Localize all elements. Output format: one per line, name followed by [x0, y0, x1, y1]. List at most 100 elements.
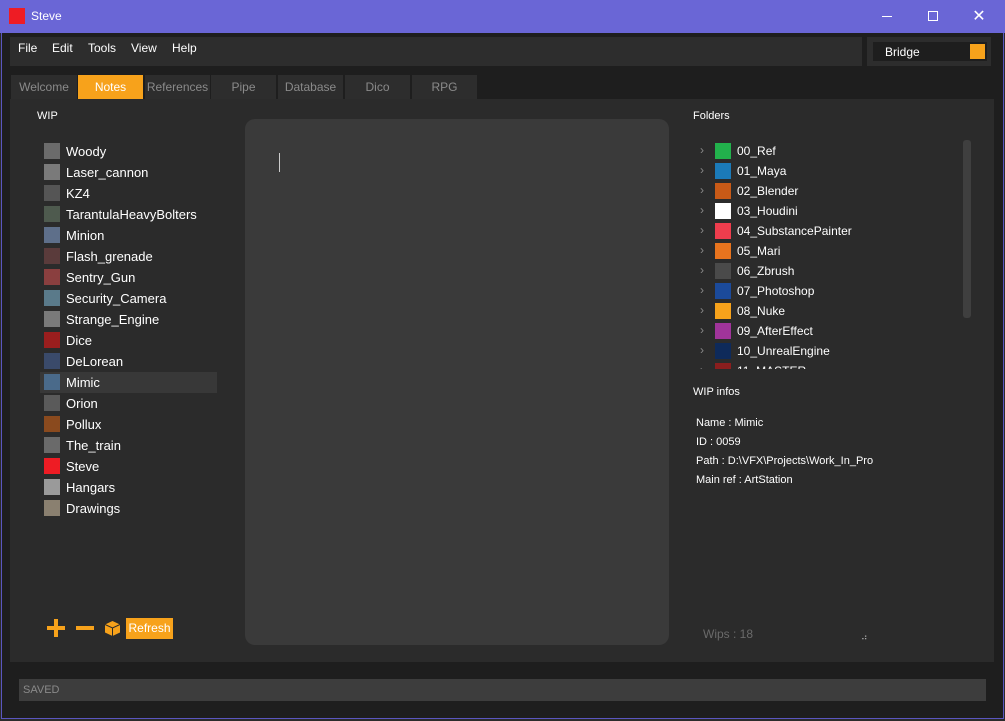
bridge-color-swatch[interactable]	[970, 44, 985, 59]
wip-item[interactable]: Security_Camera	[40, 288, 217, 309]
wip-item[interactable]: DeLorean	[40, 351, 217, 372]
wip-item-label: Security_Camera	[66, 291, 167, 306]
folder-label: 06_Zbrush	[737, 264, 795, 278]
wip-item[interactable]: Woody	[40, 141, 217, 162]
wip-item[interactable]: Minion	[40, 225, 217, 246]
package-icon[interactable]	[104, 620, 121, 637]
wip-item[interactable]: The_train	[40, 435, 217, 456]
chevron-right-icon[interactable]: ›	[700, 143, 704, 157]
wips-count: Wips : 18	[703, 627, 754, 641]
minimize-button[interactable]	[864, 0, 910, 33]
chevron-right-icon[interactable]: ›	[700, 283, 704, 297]
notes-editor[interactable]	[245, 119, 669, 645]
wip-item[interactable]: KZ4	[40, 183, 217, 204]
wip-item[interactable]: Sentry_Gun	[40, 267, 217, 288]
wip-thumbnail	[44, 206, 60, 222]
wip-thumbnail	[44, 458, 60, 474]
close-button[interactable]: ✕	[956, 0, 1002, 33]
folder-label: 07_Photoshop	[737, 284, 815, 298]
chevron-right-icon[interactable]: ›	[700, 183, 704, 197]
folder-item[interactable]: › 06_Zbrush	[695, 261, 935, 281]
tab-rpg[interactable]: RPG	[412, 75, 477, 99]
folder-item[interactable]: › 07_Photoshop	[695, 281, 935, 301]
wip-title: WIP	[37, 110, 58, 122]
tab-notes[interactable]: Notes	[78, 75, 143, 99]
maximize-button[interactable]	[910, 0, 956, 33]
info-path: Path : D:\VFX\Projects\Work_In_Progress	[696, 455, 873, 467]
wip-thumbnail	[44, 479, 60, 495]
folder-color-swatch	[715, 183, 731, 199]
folder-item[interactable]: › 04_SubstancePainter	[695, 221, 935, 241]
folder-scrollbar[interactable]	[963, 140, 971, 318]
wip-thumbnail	[44, 248, 60, 264]
folder-item[interactable]: › 10_UnrealEngine	[695, 341, 935, 361]
wip-item[interactable]: TarantulaHeavyBolters	[40, 204, 217, 225]
info-name: Name : Mimic	[696, 417, 764, 429]
folder-item[interactable]: › 02_Blender	[695, 181, 935, 201]
menu-help[interactable]: Help	[172, 41, 197, 55]
menu-tools[interactable]: Tools	[88, 41, 116, 55]
folder-item[interactable]: › 05_Mari	[695, 241, 935, 261]
wip-item[interactable]: Strange_Engine	[40, 309, 217, 330]
plus-icon[interactable]	[47, 619, 65, 637]
chevron-right-icon[interactable]: ›	[700, 263, 704, 277]
tab-references[interactable]: References	[145, 75, 210, 99]
resize-grip-icon[interactable]: ⠴	[861, 632, 868, 643]
folder-color-swatch	[715, 283, 731, 299]
wip-thumbnail	[44, 143, 60, 159]
folder-item[interactable]: › 09_AfterEffect	[695, 321, 935, 341]
tab-dico[interactable]: Dico	[345, 75, 410, 99]
wip-item[interactable]: Orion	[40, 393, 217, 414]
chevron-right-icon[interactable]: ›	[700, 323, 704, 337]
wip-item-label: Sentry_Gun	[66, 270, 136, 285]
tab-welcome[interactable]: Welcome	[11, 75, 77, 99]
chevron-right-icon[interactable]: ›	[700, 303, 704, 317]
chevron-right-icon[interactable]: ›	[700, 363, 704, 369]
minimize-icon	[882, 16, 892, 17]
wip-thumbnail	[44, 290, 60, 306]
wip-item[interactable]: Drawings	[40, 498, 217, 519]
refresh-button[interactable]: Refresh	[126, 618, 173, 639]
chevron-right-icon[interactable]: ›	[700, 343, 704, 357]
tab-pipe[interactable]: Pipe	[211, 75, 276, 99]
wip-item-label: Steve	[66, 459, 100, 474]
folder-item[interactable]: › 01_Maya	[695, 161, 935, 181]
wip-thumbnail	[44, 269, 60, 285]
folder-label: 02_Blender	[737, 184, 799, 198]
folder-label: 05_Mari	[737, 244, 781, 258]
menu-view[interactable]: View	[131, 41, 157, 55]
wip-thumbnail	[44, 311, 60, 327]
folder-color-swatch	[715, 203, 731, 219]
folder-label: 09_AfterEffect	[737, 324, 813, 338]
folder-item[interactable]: › 11_MASTER	[695, 361, 935, 369]
minus-icon[interactable]	[76, 619, 94, 637]
chevron-right-icon[interactable]: ›	[700, 203, 704, 217]
wip-item[interactable]: Dice	[40, 330, 217, 351]
folder-color-swatch	[715, 323, 731, 339]
menu-bar: File Edit Tools View Help	[10, 37, 862, 66]
wip-item[interactable]: Laser_cannon	[40, 162, 217, 183]
menu-edit[interactable]: Edit	[52, 41, 73, 55]
title-bar: Steve ✕	[0, 0, 1005, 33]
wip-item[interactable]: Flash_grenade	[40, 246, 217, 267]
folder-label: 03_Houdini	[737, 204, 798, 218]
bridge-panel: Bridge	[867, 37, 991, 66]
info-main-ref: Main ref : ArtStation	[696, 474, 793, 486]
wip-item[interactable]: Pollux	[40, 414, 217, 435]
folder-label: 04_SubstancePainter	[737, 224, 852, 238]
bridge-toggle[interactable]: Bridge	[873, 42, 987, 61]
folder-item[interactable]: › 03_Houdini	[695, 201, 935, 221]
wip-thumbnail	[44, 416, 60, 432]
folder-item[interactable]: › 08_Nuke	[695, 301, 935, 321]
wip-item[interactable]: Hangars	[40, 477, 217, 498]
chevron-right-icon[interactable]: ›	[700, 243, 704, 257]
chevron-right-icon[interactable]: ›	[700, 223, 704, 237]
chevron-right-icon[interactable]: ›	[700, 163, 704, 177]
folder-label: 01_Maya	[737, 164, 787, 178]
tab-database[interactable]: Database	[278, 75, 343, 99]
wip-item[interactable]: Steve	[40, 456, 217, 477]
wip-item-label: Drawings	[66, 501, 121, 516]
menu-file[interactable]: File	[18, 41, 37, 55]
folder-item[interactable]: › 00_Ref	[695, 141, 935, 161]
wip-item[interactable]: Mimic	[40, 372, 217, 393]
